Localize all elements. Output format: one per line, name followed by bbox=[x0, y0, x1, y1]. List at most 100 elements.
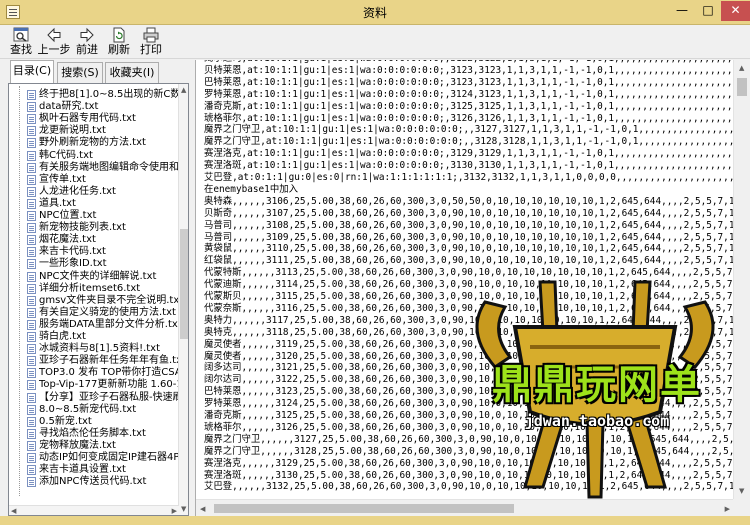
document-file-icon bbox=[27, 198, 36, 209]
tree-item-label: 添加NPC传送员代码.txt bbox=[39, 476, 147, 488]
watermark-url: jdwan.taobao.com bbox=[524, 412, 670, 430]
tree-item-label: 【分享】亚珍子石器私服-快速刷 bbox=[39, 391, 183, 403]
document-file-icon bbox=[27, 404, 36, 415]
tree-item-label: 烟花魔法.txt bbox=[39, 234, 96, 246]
document-file-icon bbox=[27, 223, 36, 234]
content-vertical-scrollbar[interactable]: ▲ ▼ bbox=[733, 60, 750, 499]
tree-horizontal-scrollbar[interactable]: ◀ ▶ bbox=[9, 505, 179, 515]
tree-item-label: 来吉卡代码.txt bbox=[39, 246, 106, 258]
content-line: 魔界之门守卫,at:10:1:1|gu:1|es:1|wa:0:0:0:0:0:… bbox=[204, 136, 735, 148]
refresh-button[interactable]: 刷新 bbox=[106, 27, 132, 57]
content-scroll-left-icon[interactable]: ◀ bbox=[200, 504, 205, 514]
document-file-icon bbox=[27, 259, 36, 270]
maximize-button[interactable]: □ bbox=[695, 1, 721, 21]
tree-item-label: 骑白虎.txt bbox=[39, 331, 86, 342]
tree-item-label: 宠物释放魔法.txt bbox=[39, 439, 116, 451]
forward-button[interactable]: 前进 bbox=[74, 27, 100, 57]
document-file-icon bbox=[27, 344, 36, 355]
content-line: 贝斯奇,,,,,,3107,25,5.00,38,60,26,60,300,3,… bbox=[204, 207, 750, 219]
document-file-icon bbox=[27, 440, 36, 451]
tree-guide-line bbox=[19, 86, 20, 496]
document-file-icon bbox=[27, 162, 36, 173]
tree-item-label: 服务端DATA里部分文件分析.txt bbox=[39, 318, 182, 330]
minimize-button[interactable]: — bbox=[669, 1, 695, 21]
tree-scroll-thumb[interactable] bbox=[180, 229, 188, 339]
printer-icon bbox=[143, 27, 159, 43]
close-button[interactable]: ✕ bbox=[721, 1, 750, 21]
scroll-down-arrow-icon[interactable]: ▼ bbox=[181, 504, 186, 514]
document-file-icon bbox=[27, 332, 36, 342]
content-line: 艾巴登,at:0:1:1|gu:0|es:0|rn:1|wa:1:1:1:1:1… bbox=[204, 172, 750, 183]
tree-item-label: 寻找焰杰伦任务脚本.txt bbox=[39, 427, 146, 439]
window-title: 资料 bbox=[362, 6, 387, 20]
print-button[interactable]: 打印 bbox=[138, 27, 164, 57]
document-file-icon bbox=[27, 247, 36, 258]
scroll-right-arrow-icon[interactable]: ▶ bbox=[172, 506, 177, 515]
tree-item-label: 道具.txt bbox=[39, 197, 76, 209]
document-file-icon bbox=[27, 211, 36, 221]
document-file-icon bbox=[27, 126, 36, 137]
document-file-icon bbox=[27, 465, 36, 476]
content-line: 马普司,,,,,,3109,25,5.00,38,60,26,60,300,3,… bbox=[204, 231, 750, 243]
document-file-icon bbox=[27, 416, 36, 427]
document-file-icon bbox=[27, 283, 36, 294]
status-bar bbox=[0, 516, 750, 525]
content-line: 阔尔达司,at:10:1:1|gu:1|es:1|wa:0:0:0:0:0:0;… bbox=[204, 60, 749, 64]
tab-search[interactable]: 搜索(S) bbox=[57, 62, 103, 83]
watermark-title: 鼎鼎玩网单 bbox=[492, 362, 702, 408]
document-file-icon bbox=[27, 150, 36, 161]
content-scroll-down-icon[interactable]: ▼ bbox=[739, 486, 744, 496]
tree-vertical-scrollbar[interactable]: ▲ ▼ bbox=[178, 84, 188, 515]
back-arrow-icon bbox=[47, 27, 61, 43]
content-line: 赛涅洛克,at:10:1:1|gu:1|es:1|wa:0:0:0:0:0:0;… bbox=[204, 148, 750, 160]
tab-contents[interactable]: 目录(C) bbox=[10, 60, 54, 84]
tree-item-label: 亚珍子石器新年任务年年有鱼.tx bbox=[39, 355, 183, 367]
title-bar: 资料 — □ ✕ bbox=[0, 0, 750, 25]
document-file-icon bbox=[27, 356, 36, 367]
content-line: 魔界之门守卫,at:10:1:1|gu:1|es:1|wa:0:0:0:0:0:… bbox=[204, 124, 735, 136]
document-file-icon bbox=[27, 453, 36, 463]
document-file-icon bbox=[27, 307, 36, 318]
tree-item-label: 终于把8[1].0~8.5出现的新C数组 bbox=[39, 89, 189, 100]
document-file-icon bbox=[27, 380, 36, 391]
scroll-left-arrow-icon[interactable]: ◀ bbox=[11, 506, 16, 515]
scroll-corner bbox=[733, 499, 750, 516]
tree-item-label: 宣传单.txt bbox=[39, 173, 86, 185]
content-line: 红袋鼠,,,,,,3111,25,5.00,38,60,26,60,300,3,… bbox=[204, 255, 750, 267]
document-file-icon bbox=[27, 428, 36, 439]
tree-item-label: 人龙进化任务.txt bbox=[39, 185, 116, 197]
refresh-icon bbox=[113, 27, 125, 43]
tree-item-label: 龙更新说明.txt bbox=[39, 125, 106, 137]
content-line: 巴特莱恩,at:10:1:1|gu:1|es:1|wa:0:0:0:0:0:0;… bbox=[204, 76, 750, 88]
content-line: 贝特莱恩,at:10:1:1|gu:1|es:1|wa:0:0:0:0:0:0;… bbox=[204, 64, 750, 76]
tree-item-label: 有关自定义骑宠的使用方法.txt bbox=[39, 306, 176, 318]
document-file-icon bbox=[27, 477, 36, 488]
content-line: 奥特森,,,,,,3106,25,5.00,38,60,26,60,300,3,… bbox=[204, 195, 750, 207]
toolbar: 查找 上一步 前进 刷新 打印 bbox=[0, 25, 750, 59]
print-label: 打印 bbox=[140, 43, 162, 56]
content-line: 琥格菲尔,at:10:1:1|gu:1|es:1|wa:0:0:0:0:0:0;… bbox=[204, 112, 750, 124]
tree-item-label: 8.0~8.5新宠代码.txt bbox=[39, 403, 137, 415]
tree-item-label: 详细分析itemset6.txt bbox=[39, 282, 141, 294]
content-line: 马普司,,,,,,3108,25,5.00,38,60,26,60,300,3,… bbox=[204, 219, 750, 231]
document-file-icon bbox=[27, 368, 36, 379]
document-file-icon bbox=[27, 392, 36, 403]
document-file-icon bbox=[27, 186, 36, 197]
content-scroll-thumb-vertical[interactable] bbox=[737, 78, 747, 96]
nav-tabs: 目录(C) 搜索(S) 收藏夹(I) bbox=[8, 60, 189, 84]
back-button[interactable]: 上一步 bbox=[37, 27, 71, 57]
content-line: 潘奇克斯,at:10:1:1|gu:1|es:1|wa:0:0:0:0:0:0;… bbox=[204, 100, 750, 112]
scroll-up-arrow-icon[interactable]: ▲ bbox=[181, 85, 186, 95]
tree-item-label: gmsv文件夹目录不完全说明.txt bbox=[39, 294, 184, 306]
tree-item-label: data研究.txt bbox=[39, 101, 99, 113]
tab-favorites[interactable]: 收藏夹(I) bbox=[105, 62, 159, 83]
find-button[interactable]: 查找 bbox=[6, 27, 36, 57]
back-label: 上一步 bbox=[37, 43, 71, 56]
forward-arrow-icon bbox=[80, 27, 94, 43]
tree-item-label: 冰城资料与8[1].5资料!.txt bbox=[39, 343, 161, 355]
refresh-label: 刷新 bbox=[108, 43, 130, 56]
tree-item-label: 新宠物技能列表.txt bbox=[39, 222, 126, 234]
tree-item-label: NPC文件夹的详细解说.txt bbox=[39, 270, 157, 282]
document-file-icon bbox=[27, 295, 36, 306]
content-scroll-up-icon[interactable]: ▲ bbox=[739, 63, 744, 73]
